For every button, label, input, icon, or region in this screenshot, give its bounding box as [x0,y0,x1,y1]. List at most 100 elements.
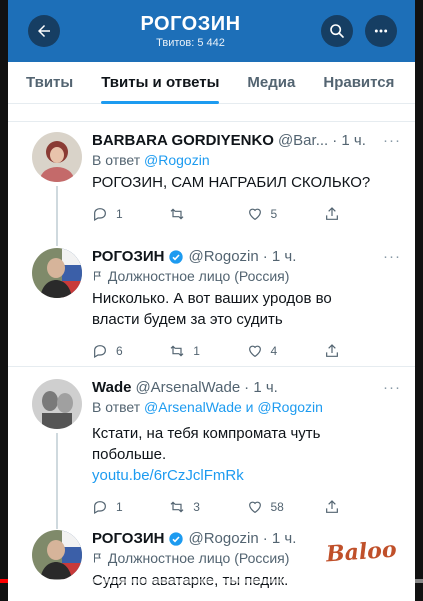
tweet-time[interactable]: · 1 ч. [244,379,278,396]
author-name[interactable]: РОГОЗИН [92,530,164,547]
retweet-icon [170,345,184,357]
retweet-count: 1 [193,344,200,358]
video-frame-left [0,0,8,601]
share-button[interactable] [324,343,401,359]
tweet-menu-icon[interactable]: ··· [383,248,401,265]
tweet-text: Кстати, на тебя компромата чуть побольше.… [92,423,401,486]
arrow-left-icon [38,25,50,37]
back-button[interactable] [28,15,60,47]
author-handle[interactable]: @Rogozin [188,530,258,547]
reply-count: 1 [116,207,123,221]
reply-prefix: В ответ [92,152,141,168]
profile-title-block: РОГОЗИН Твитов: 5 442 [60,13,321,49]
tweet-wade[interactable]: Wade @ArsenalWade · 1 ч. ··· В ответ @Ar… [8,367,415,529]
tweet-time[interactable]: · 1 ч. [263,530,297,547]
tweet-text-line: Кстати, на тебя компромата чуть [92,425,321,442]
tweet-actions: 6 1 4 [92,334,401,368]
tweet-time[interactable]: · 1 ч. [332,132,366,149]
government-label-text: Должностное лицо (Россия) [107,268,290,284]
flag-icon [94,553,101,563]
tab-tweets[interactable]: Твиты [26,62,73,104]
government-label: Должностное лицо (Россия) [92,268,401,284]
author-name[interactable]: Wade [92,379,131,396]
government-label-text: Должностное лицо (Россия) [107,550,290,566]
author-name[interactable]: РОГОЗИН [92,248,164,265]
tweet-link[interactable]: youtu.be/6rCzJclFmRk [92,467,244,484]
thread-line [56,433,58,529]
tab-media[interactable]: Медиа [247,62,295,104]
share-icon [325,207,338,220]
tweet-actions: 1 5 [92,197,401,231]
like-button[interactable]: 58 [247,499,324,515]
reply-context: В ответ @ArsenalWade и @Rogozin [92,399,401,415]
heart-icon [248,501,261,514]
search-icon [330,24,344,38]
tweet-actions: 1 3 58 [92,490,401,524]
tweet-menu-icon[interactable]: ··· [383,132,401,149]
share-button[interactable] [324,499,401,515]
like-button[interactable]: 4 [247,343,324,359]
tweet-text-line: власти будем за это судить [92,311,283,328]
tweet-text: РОГОЗИН, САМ НАГРАБИЛ СКОЛЬКО? [92,174,371,191]
search-button[interactable] [321,15,353,47]
twitter-app: РОГОЗИН Твитов: 5 442 Твиты Твиты и отве… [8,0,415,601]
share-icon [325,500,338,513]
verified-badge-icon [169,531,184,546]
avatar[interactable] [32,379,82,429]
video-progress-fill [0,579,9,583]
reply-icon [94,501,106,515]
more-horizontal-icon [374,29,388,33]
avatar[interactable] [32,132,82,182]
reply-button[interactable]: 6 [92,343,169,359]
reply-icon [94,208,106,222]
reply-count: 1 [116,500,123,514]
verified-badge-icon [169,249,184,264]
reply-context: В ответ @Rogozin [92,152,401,168]
author-handle[interactable]: @Rogozin [188,248,258,265]
tweet-time[interactable]: · 1 ч. [263,248,297,265]
retweet-count: 3 [193,500,200,514]
tweet-text-line: Нисколько. А вот ваших уродов во [92,290,332,307]
author-handle[interactable]: @ArsenalWade [135,379,240,396]
reply-mention[interactable]: @Rogozin [144,152,210,168]
tweet-count: Твитов: 5 442 [156,37,225,49]
tab-tweets-and-replies[interactable]: Твиты и ответы [101,62,220,104]
tweet-rogozin-reply-1[interactable]: РОГОЗИН @Rogozin · 1 ч. ··· Должностное … [8,236,415,367]
avatar[interactable] [32,248,82,298]
avatar[interactable] [32,530,82,580]
like-count: 4 [270,344,278,358]
heart-icon [248,208,261,221]
heart-icon [248,345,261,358]
channel-watermark: Baloo [325,536,398,568]
tweet-barbara[interactable]: BARBARA GORDIYENKO @Bar... · 1 ч. ··· В … [8,122,415,246]
reply-icon [94,345,106,359]
profile-tabs: Твиты Твиты и ответы Медиа Нравится [8,62,415,104]
share-button[interactable] [324,206,401,222]
video-progress-bar[interactable] [0,579,423,583]
retweet-icon [170,208,184,220]
author-name[interactable]: BARBARA GORDIYENKO [92,132,274,149]
video-frame-right [415,0,423,601]
profile-header: РОГОЗИН Твитов: 5 442 [8,0,415,62]
reply-button[interactable]: 1 [92,206,169,222]
reply-count: 6 [116,344,123,358]
retweet-button[interactable]: 3 [169,499,246,515]
tweet-text-line: побольше. [92,446,167,463]
like-button[interactable]: 5 [247,206,324,222]
reply-button[interactable]: 1 [92,499,169,515]
retweet-button[interactable]: 1 [169,343,246,359]
author-handle[interactable]: @Bar... [278,132,328,149]
tweet-text: Нисколько. А вот ваших уродов во власти б… [92,288,401,330]
more-options-button[interactable] [365,15,397,47]
tab-likes[interactable]: Нравится [323,62,394,104]
previous-tweet-edge [8,104,415,122]
retweet-icon [170,501,184,513]
like-count: 5 [270,207,278,221]
like-count: 58 [270,500,284,514]
profile-name: РОГОЗИН [140,13,241,35]
flag-icon [94,271,101,281]
tweet-menu-icon[interactable]: ··· [383,379,401,396]
reply-prefix: В ответ [92,399,141,415]
reply-mention[interactable]: @ArsenalWade и @Rogozin [144,399,323,415]
retweet-button[interactable] [169,206,246,222]
